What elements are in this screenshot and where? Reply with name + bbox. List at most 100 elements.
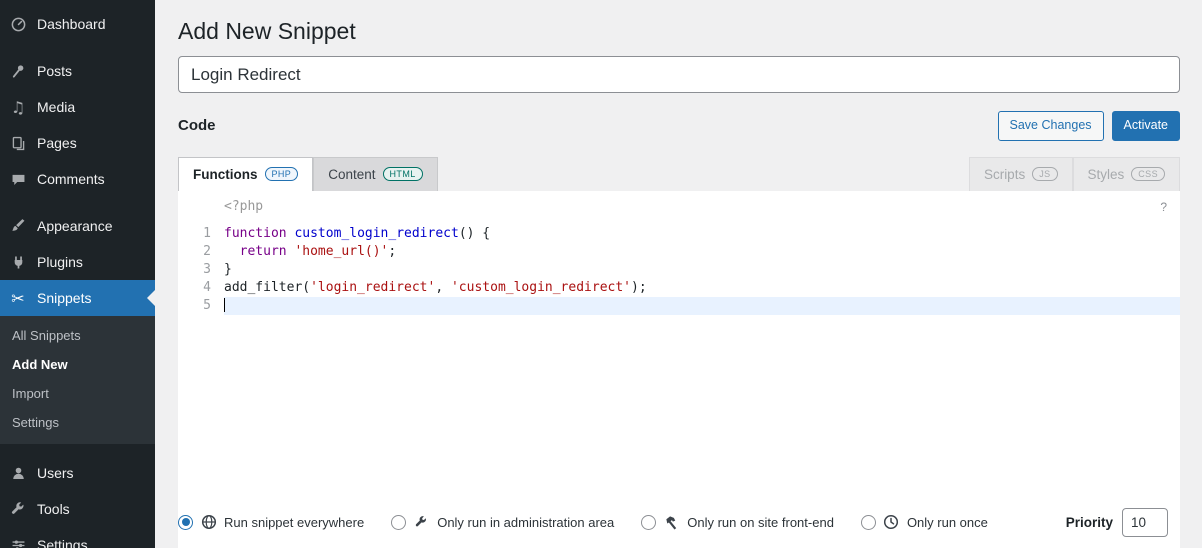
code-text[interactable]: return 'home_url()'; xyxy=(224,243,1180,261)
snippet-title-input[interactable] xyxy=(178,56,1180,93)
submenu-item-all-snippets[interactable]: All Snippets xyxy=(0,321,155,350)
code-line[interactable]: 4add_filter('login_redirect', 'custom_lo… xyxy=(178,279,1180,297)
scope-options-bar: Run snippet everywhere Only run in admin… xyxy=(178,498,1180,548)
sidebar-item-posts[interactable]: Posts xyxy=(0,53,155,89)
sidebar-item-pages[interactable]: Pages xyxy=(0,125,155,161)
admin-sidebar: Dashboard Posts ♫ Media Pages Comments xyxy=(0,0,155,548)
js-badge: JS xyxy=(1032,167,1057,181)
code-line[interactable]: 2 return 'home_url()'; xyxy=(178,243,1180,261)
tools-wrench-icon xyxy=(8,499,28,519)
posts-icon xyxy=(8,61,28,81)
code-editor[interactable]: <?php 1function custom_login_redirect() … xyxy=(178,191,1180,498)
code-token xyxy=(224,244,240,259)
code-token: add_filter( xyxy=(224,280,310,295)
code-token: , xyxy=(435,280,451,295)
sidebar-item-appearance[interactable]: Appearance xyxy=(0,208,155,244)
sidebar-item-snippets[interactable]: ✂ Snippets xyxy=(0,280,155,316)
tab-functions[interactable]: Functions PHP xyxy=(178,157,313,191)
code-lines: 1function custom_login_redirect() {2 ret… xyxy=(178,225,1180,315)
radio-run-once[interactable] xyxy=(861,515,876,530)
line-number: 1 xyxy=(178,225,224,243)
tab-label: Functions xyxy=(193,167,258,182)
line-number: 5 xyxy=(178,297,224,315)
sidebar-item-comments[interactable]: Comments xyxy=(0,161,155,197)
main-content: Add New Snippet Code Save Changes Activa… xyxy=(155,0,1202,548)
code-token: 'home_url()' xyxy=(294,244,388,259)
sidebar-item-settings[interactable]: Settings xyxy=(0,527,155,548)
sidebar-item-plugins[interactable]: Plugins xyxy=(0,244,155,280)
sidebar-item-label: Snippets xyxy=(37,290,91,306)
html-badge: HTML xyxy=(383,167,423,181)
submenu-item-settings[interactable]: Settings xyxy=(0,408,155,437)
scope-option-label: Only run on site front-end xyxy=(687,515,834,530)
code-token: () { xyxy=(459,226,490,241)
css-badge: CSS xyxy=(1131,167,1165,181)
wrench-icon xyxy=(413,514,430,531)
editor-help-icon[interactable]: ? xyxy=(1160,200,1167,214)
radio-front-end[interactable] xyxy=(641,515,656,530)
tab-label: Scripts xyxy=(984,167,1025,182)
submenu-item-import[interactable]: Import xyxy=(0,379,155,408)
sidebar-item-label: Settings xyxy=(37,537,88,548)
radio-everywhere[interactable] xyxy=(178,515,193,530)
sidebar-item-label: Users xyxy=(37,465,74,481)
code-token: ); xyxy=(631,280,647,295)
snippets-submenu: All Snippets Add New Import Settings xyxy=(0,316,155,444)
tab-styles[interactable]: Styles CSS xyxy=(1073,157,1180,191)
sidebar-item-label: Tools xyxy=(37,501,70,517)
scope-option-front-end[interactable]: Only run on site front-end xyxy=(641,514,834,531)
priority-input[interactable] xyxy=(1122,508,1168,537)
tab-content[interactable]: Content HTML xyxy=(313,157,437,191)
line-number: 2 xyxy=(178,243,224,261)
tab-scripts[interactable]: Scripts JS xyxy=(969,157,1073,191)
comments-icon xyxy=(8,169,28,189)
sidebar-item-label: Pages xyxy=(37,135,77,151)
save-changes-button[interactable]: Save Changes xyxy=(998,111,1104,141)
sidebar-item-users[interactable]: Users xyxy=(0,455,155,491)
sidebar-item-dashboard[interactable]: Dashboard xyxy=(0,6,155,42)
radio-admin-area[interactable] xyxy=(391,515,406,530)
php-open-tag: <?php xyxy=(224,198,1180,216)
media-icon: ♫ xyxy=(8,97,28,117)
code-token: return xyxy=(240,244,287,259)
priority-group: Priority xyxy=(1066,508,1168,537)
submenu-item-add-new[interactable]: Add New xyxy=(0,350,155,379)
sidebar-item-label: Media xyxy=(37,99,75,115)
code-text[interactable]: function custom_login_redirect() { xyxy=(224,225,1180,243)
scope-option-everywhere[interactable]: Run snippet everywhere xyxy=(178,514,364,531)
code-heading: Code xyxy=(178,117,216,134)
activate-button[interactable]: Activate xyxy=(1112,111,1180,141)
tab-label: Content xyxy=(328,167,375,182)
php-open-tag-line: <?php xyxy=(178,198,1180,216)
sidebar-item-label: Posts xyxy=(37,63,72,79)
code-token: ; xyxy=(388,244,396,259)
page-title: Add New Snippet xyxy=(178,10,1180,47)
sidebar-item-label: Plugins xyxy=(37,254,83,270)
php-badge: PHP xyxy=(265,167,299,181)
scope-option-run-once[interactable]: Only run once xyxy=(861,514,988,531)
pages-icon xyxy=(8,133,28,153)
wordpress-admin: Dashboard Posts ♫ Media Pages Comments xyxy=(0,0,1202,548)
appearance-icon xyxy=(8,216,28,236)
code-text[interactable] xyxy=(224,297,1180,315)
sidebar-item-tools[interactable]: Tools xyxy=(0,491,155,527)
scope-option-label: Only run once xyxy=(907,515,988,530)
tab-label: Styles xyxy=(1088,167,1125,182)
users-icon xyxy=(8,463,28,483)
code-token: function xyxy=(224,226,287,241)
code-text[interactable]: } xyxy=(224,261,1180,279)
sidebar-item-media[interactable]: ♫ Media xyxy=(0,89,155,125)
scope-option-admin-area[interactable]: Only run in administration area xyxy=(391,514,614,531)
dashboard-icon xyxy=(8,14,28,34)
code-line[interactable]: 3} xyxy=(178,261,1180,279)
line-number: 3 xyxy=(178,261,224,279)
code-text[interactable]: add_filter('login_redirect', 'custom_log… xyxy=(224,279,1180,297)
editor-tabbar: Functions PHP Content HTML Scripts JS St… xyxy=(178,157,1180,191)
plugins-icon xyxy=(8,252,28,272)
priority-label: Priority xyxy=(1066,515,1113,530)
code-line[interactable]: 1function custom_login_redirect() { xyxy=(178,225,1180,243)
sidebar-item-label: Comments xyxy=(37,171,105,187)
active-menu-arrow xyxy=(139,290,155,306)
code-token: custom_login_redirect xyxy=(294,226,458,241)
code-line[interactable]: 5 xyxy=(178,297,1180,315)
